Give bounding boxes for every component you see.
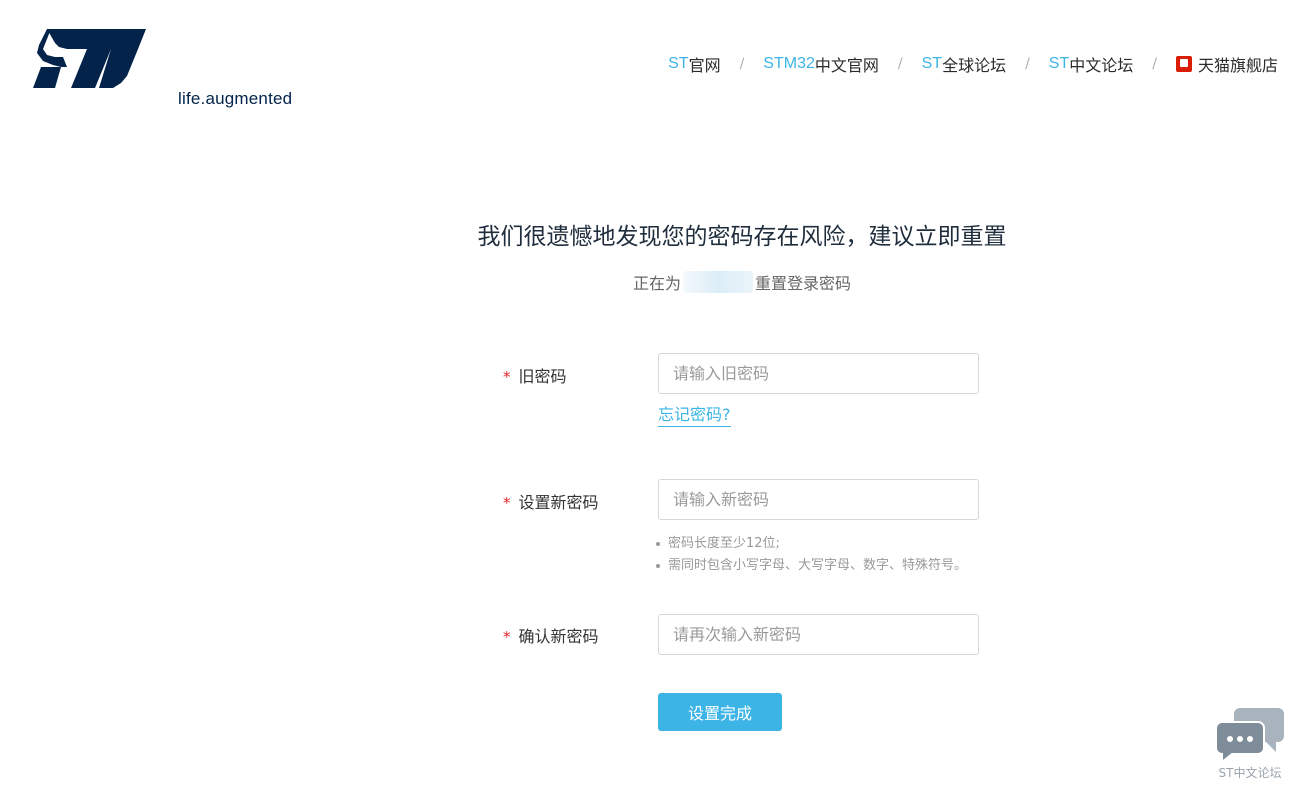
new-password-label-text: 设置新密码 [518,493,599,512]
top-nav: ST 官网 / STM32 中文官网 / ST 全球论坛 / ST 中文论坛 /… [668,52,1278,76]
nav-st-official[interactable]: ST 官网 [668,52,720,76]
nav-tmall-store[interactable]: 天猫旗舰店 [1175,52,1278,76]
nav-separator: / [1152,56,1157,72]
required-mark: * [503,494,511,512]
brand-tagline: life.augmented [178,89,293,108]
nav-label: 官网 [688,56,721,75]
page-title: 我们很遗憾地发现您的密码存在风险，建议立即重置 [477,224,1007,250]
nav-prefix: ST [1048,55,1070,72]
chat-bubbles-icon [1215,708,1284,762]
nav-prefix: STM32 [763,55,815,72]
required-mark: * [503,628,511,646]
subtitle-prefix: 正在为 [632,274,681,293]
new-password-input[interactable] [658,479,979,520]
confirm-password-label: * 确认新密码 [503,623,599,647]
nav-label: 天猫旗舰店 [1197,56,1278,75]
blurred-account-name [683,271,753,293]
nav-separator: / [1025,56,1030,72]
forum-widget-label: ST中文论坛 [1218,766,1282,780]
nav-st-global-forum[interactable]: ST 全球论坛 [922,52,1006,76]
st-logo[interactable]: life.augmented [33,27,292,108]
nav-stm32-chinese-official[interactable]: STM32 中文官网 [763,52,879,76]
st-logo-icon [33,29,146,88]
password-rules: 密码长度至少12位; 需同时包含小写字母、大写字母、数字、特殊符号。 [655,533,967,577]
nav-separator: / [897,56,903,72]
old-password-label: * 旧密码 [503,363,567,387]
forum-chat-widget[interactable]: ST中文论坛 [1212,704,1288,784]
nav-prefix: ST [668,55,689,72]
forgot-password-link[interactable]: 忘记密码? [658,401,731,427]
nav-label: 中文官网 [814,56,879,75]
page-subtitle: 正在为 重置登录密码 [0,270,1294,294]
nav-label: 全球论坛 [942,56,1007,75]
nav-prefix: ST [921,55,943,72]
tmall-icon [1175,56,1192,72]
confirm-password-input[interactable] [658,614,979,655]
confirm-password-label-text: 确认新密码 [518,627,599,646]
password-rule: 密码长度至少12位; [655,533,967,555]
nav-st-chinese-forum[interactable]: ST 中文论坛 [1049,52,1133,76]
required-mark: * [503,368,511,386]
old-password-label-text: 旧密码 [518,367,567,386]
subtitle-suffix: 重置登录密码 [755,274,852,293]
password-rule: 需同时包含小写字母、大写字母、数字、特殊符号。 [655,555,967,577]
nav-separator: / [739,56,745,72]
submit-button[interactable]: 设置完成 [658,693,782,731]
nav-label: 中文论坛 [1069,56,1134,75]
old-password-input[interactable] [658,353,979,394]
new-password-label: * 设置新密码 [503,489,599,513]
